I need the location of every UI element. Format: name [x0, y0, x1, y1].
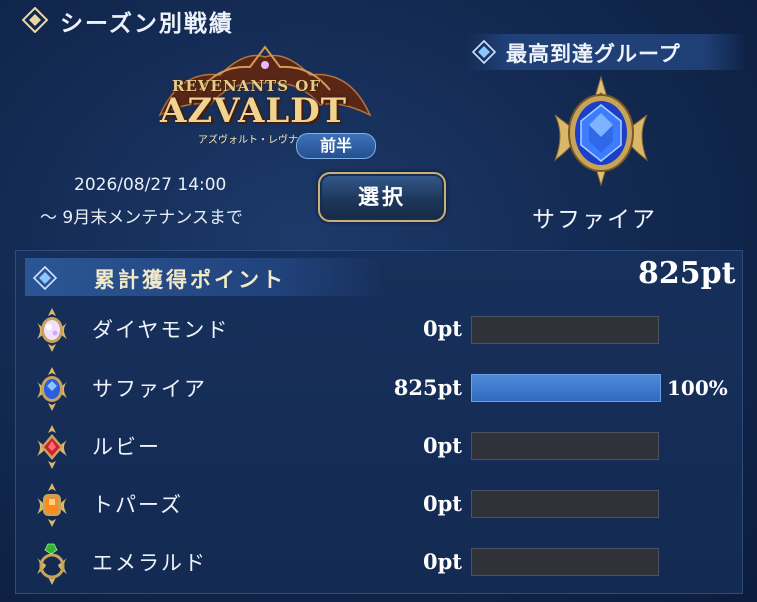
total-points: 825pt	[638, 256, 736, 291]
sapphire-emblem-icon	[553, 75, 649, 187]
progress-bar-diamond	[471, 316, 659, 344]
ruby-gem-icon	[37, 425, 67, 469]
season-date-end: 〜 9月末メンテナンスまで	[40, 208, 243, 228]
row-label-emerald: エメラルド	[92, 551, 207, 575]
row-label-sapphire: サファイア	[92, 377, 207, 401]
logo-text-main: AZVALDT	[160, 91, 348, 131]
progress-bar-emerald	[471, 548, 659, 576]
emerald-gem-icon	[37, 543, 67, 585]
progress-bar-ruby	[471, 432, 659, 460]
row-percent-sapphire: 100%	[667, 376, 728, 400]
row-value-ruby: 0pt	[423, 433, 462, 458]
row-value-sapphire: 825pt	[393, 375, 462, 400]
points-panel	[15, 250, 743, 594]
diamond-bullet-icon	[472, 40, 496, 64]
topaz-gem-icon	[37, 483, 67, 527]
season-date-start: 2026/08/27 14:00	[74, 175, 227, 195]
top-group-title: 最高到達グループ	[506, 42, 681, 66]
row-label-diamond: ダイヤモンド	[92, 318, 230, 342]
select-season-button[interactable]: 選択	[318, 172, 446, 222]
diamond-bullet-icon	[33, 266, 57, 290]
diamond-bullet-icon	[22, 7, 48, 33]
row-value-diamond: 0pt	[423, 316, 462, 341]
row-label-ruby: ルビー	[92, 435, 161, 459]
points-title: 累計獲得ポイント	[94, 268, 286, 292]
diamond-gem-icon	[37, 308, 67, 352]
row-value-emerald: 0pt	[423, 549, 462, 574]
page-title: シーズン別戦績	[60, 11, 234, 37]
row-label-topaz: トパーズ	[92, 493, 183, 517]
sapphire-gem-icon	[37, 367, 67, 411]
progress-fill-sapphire	[472, 375, 660, 401]
season-half-badge: 前半	[296, 133, 376, 159]
progress-bar-sapphire	[471, 374, 661, 402]
top-group-name: サファイア	[532, 207, 657, 233]
progress-bar-topaz	[471, 490, 659, 518]
row-value-topaz: 0pt	[423, 491, 462, 516]
